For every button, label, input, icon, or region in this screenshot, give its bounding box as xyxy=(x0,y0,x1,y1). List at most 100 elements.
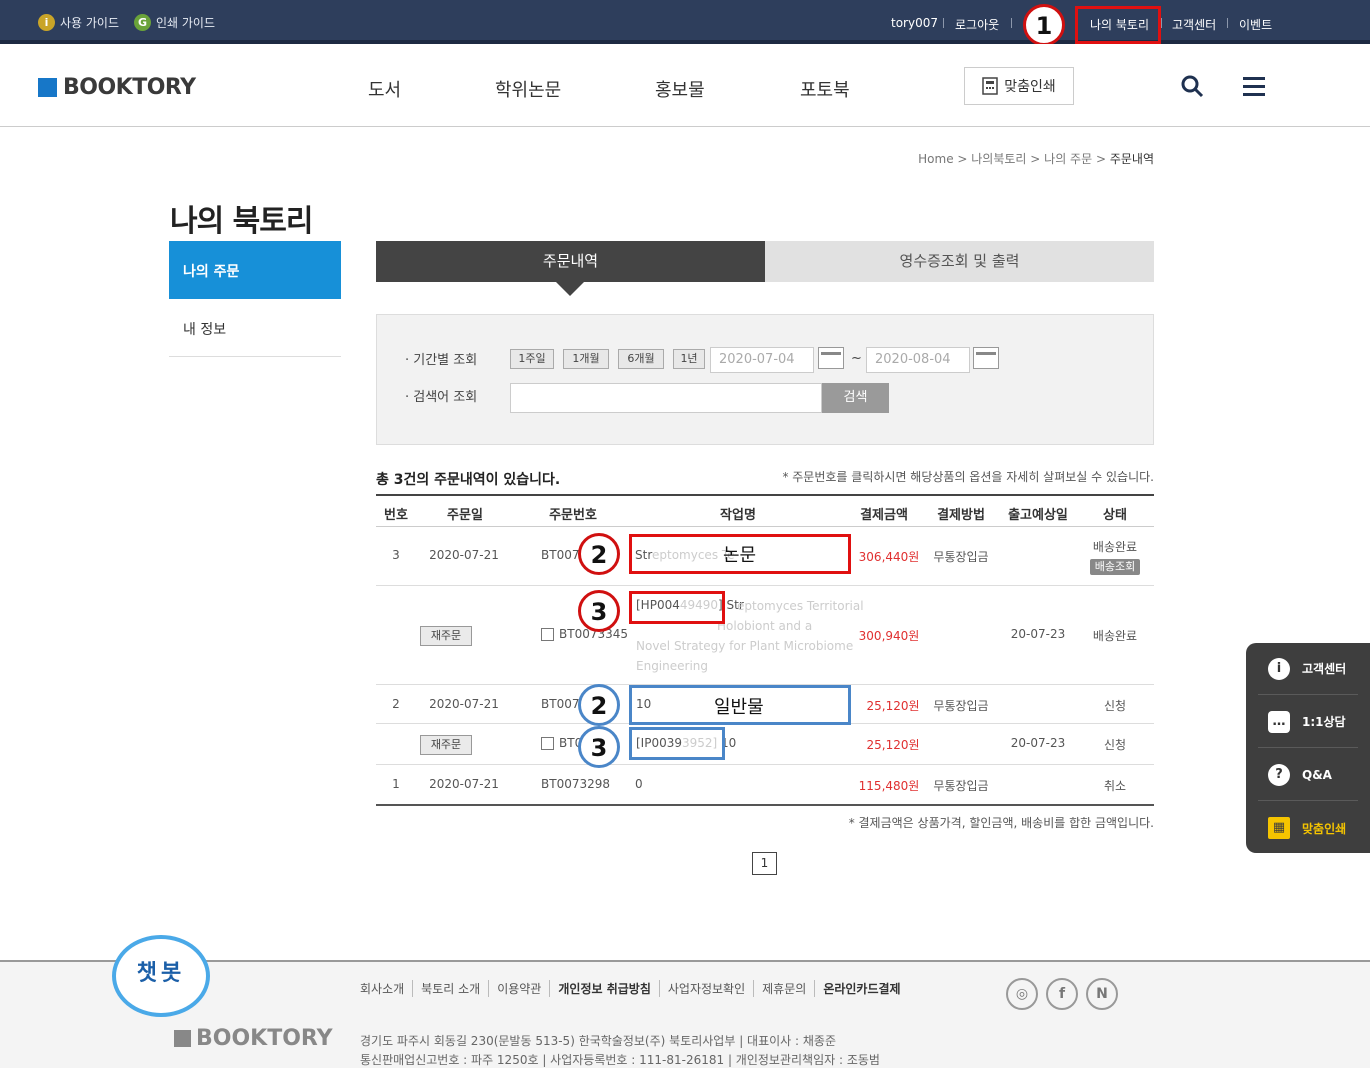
nav-promo[interactable]: 홍보물 xyxy=(655,76,705,102)
row-order-no[interactable]: BT007 xyxy=(541,548,579,562)
nav-books[interactable]: 도서 xyxy=(368,76,401,102)
row-date: 2020-07-21 xyxy=(429,777,499,791)
tab-receipt[interactable]: 영수증조회 및 출력 xyxy=(765,241,1154,282)
footer-link[interactable]: 제휴문의 xyxy=(753,980,814,997)
main-header: BOOKTORY 도서 학위논문 홍보물 포토북 맞춤인쇄 xyxy=(0,44,1370,127)
sidebar-item-my-orders[interactable]: 나의 주문 xyxy=(169,241,341,299)
info-icon: i xyxy=(38,14,55,31)
footer-link[interactable]: 북토리 소개 xyxy=(412,980,488,997)
work-title-line: Novel Strategy for Plant Microbiome xyxy=(636,639,854,653)
calendar-icon[interactable] xyxy=(818,347,844,369)
footer-link[interactable]: 온라인카드결제 xyxy=(814,980,908,997)
quick-1on1[interactable]: … 1:1상담 xyxy=(1258,696,1358,748)
row-work-name: 0 xyxy=(635,777,643,791)
usage-guide-link[interactable]: i 사용 가이드 xyxy=(38,14,119,31)
calculator-icon xyxy=(982,77,998,95)
footer-links: 회사소개 북토리 소개 이용약관 개인정보 취급방침 사업자정보확인 제휴문의 … xyxy=(360,980,909,997)
row-divider xyxy=(376,764,1154,765)
row-ship-date: 20-07-23 xyxy=(1010,736,1066,750)
divider xyxy=(943,18,944,28)
order-checkbox[interactable] xyxy=(541,628,554,641)
row-no: 2 xyxy=(392,697,400,711)
row-order-no[interactable]: BT007 xyxy=(541,697,579,711)
footer-logo: BOOKTORY xyxy=(174,1026,333,1051)
question-icon: ? xyxy=(1268,763,1290,786)
quick-label: 맞춤인쇄 xyxy=(1302,821,1347,836)
instagram-icon[interactable]: ◎ xyxy=(1006,978,1038,1010)
nav-thesis[interactable]: 학위논문 xyxy=(495,76,561,102)
track-shipping-button[interactable]: 배송조회 xyxy=(1090,559,1140,575)
order-note-top: * 주문번호를 클릭하시면 해당상품의 옵션을 자세히 살펴보실 수 있습니다. xyxy=(782,470,1154,484)
sidebar-item-label: 나의 주문 xyxy=(183,264,240,280)
naver-icon[interactable]: N xyxy=(1086,978,1118,1010)
quick-label: Q&A xyxy=(1302,767,1332,782)
event-link[interactable]: 이벤트 xyxy=(1239,16,1272,33)
custom-print-button[interactable]: 맞춤인쇄 xyxy=(964,67,1074,105)
chat-icon: … xyxy=(1268,710,1290,733)
pagination-page[interactable]: 1 xyxy=(752,852,777,875)
footer-link[interactable]: 사업자정보확인 xyxy=(658,980,753,997)
col-order-no: 주문번호 xyxy=(549,508,597,523)
footer-link[interactable]: 회사소개 xyxy=(360,980,412,997)
col-no: 번호 xyxy=(384,508,408,523)
annotation-mark-2-blue: 2 xyxy=(578,684,620,726)
annotation-mark-2-red: 2 xyxy=(578,533,620,575)
custom-print-label: 맞춤인쇄 xyxy=(1004,79,1056,95)
keyword-label: · 검색어 조회 xyxy=(405,390,478,405)
row-order-no[interactable]: BT0073298 xyxy=(541,777,610,791)
date-separator: ~ xyxy=(851,351,862,366)
sidebar-item-label: 내 정보 xyxy=(183,322,227,338)
period-1month-button[interactable]: 1개월 xyxy=(563,349,609,369)
print-guide-link[interactable]: G 인쇄 가이드 xyxy=(134,14,215,31)
footer-logo-text: BOOKTORY xyxy=(196,1026,333,1051)
col-method: 결제방법 xyxy=(937,508,985,523)
sidebar-item-my-info[interactable]: 내 정보 xyxy=(169,299,341,357)
print-guide-label: 인쇄 가이드 xyxy=(156,16,216,30)
hamburger-menu-icon[interactable] xyxy=(1243,76,1265,96)
work-title-line: Engineering xyxy=(636,659,708,673)
customer-center-link[interactable]: 고객센터 xyxy=(1172,16,1216,33)
annotation-label-thesis: 논문 xyxy=(723,545,757,566)
row-ship-date: 20-07-23 xyxy=(1010,627,1066,641)
logout-link[interactable]: 로그아웃 xyxy=(955,16,999,33)
reorder-button[interactable]: 재주문 xyxy=(420,626,472,646)
divider xyxy=(1011,18,1012,28)
quick-customer-center[interactable]: i 고객센터 xyxy=(1258,643,1358,695)
row-amount: 25,120원 xyxy=(866,699,920,713)
table-header: 번호 주문일 주문번호 작업명 결제금액 결제방법 출고예상일 상태 xyxy=(376,494,1154,527)
keyword-input[interactable] xyxy=(510,383,822,413)
footer-link[interactable]: 이용약관 xyxy=(488,980,549,997)
quick-qna[interactable]: ? Q&A xyxy=(1258,749,1358,801)
search-icon[interactable] xyxy=(1180,74,1204,98)
facebook-icon[interactable]: f xyxy=(1046,978,1078,1010)
page-title: 나의 북토리 xyxy=(170,204,313,239)
calendar-icon[interactable] xyxy=(973,347,999,369)
date-from-input[interactable]: 2020-07-04 xyxy=(710,347,814,373)
chatbot-button[interactable]: 챗봇 xyxy=(112,935,210,1017)
booktory-logo[interactable]: BOOKTORY xyxy=(38,75,196,100)
row-no: 3 xyxy=(392,548,400,562)
highlight-box-general-code xyxy=(629,727,725,760)
nav-photobook[interactable]: 포토북 xyxy=(800,76,850,102)
logo-square-icon xyxy=(174,1030,191,1047)
period-6month-button[interactable]: 6개월 xyxy=(618,349,664,369)
footer-link[interactable]: 개인정보 취급방침 xyxy=(549,980,659,997)
footer-address: 경기도 파주시 회동길 230(문발동 513-5) 한국학술정보(주) 북토리… xyxy=(360,1034,837,1048)
highlight-box-my-booktory xyxy=(1075,6,1161,44)
breadcrumb-current: 주문내역 xyxy=(1109,152,1154,166)
tab-order-history[interactable]: 주문내역 xyxy=(376,241,765,296)
row-status: 신청 xyxy=(1103,699,1127,713)
reorder-button[interactable]: 재주문 xyxy=(420,735,472,755)
username: tory007 xyxy=(891,16,938,30)
period-1year-button[interactable]: 1년 xyxy=(673,349,705,369)
breadcrumb-home[interactable]: Home xyxy=(918,152,953,166)
annotation-mark-3-red: 3 xyxy=(578,590,620,632)
quick-custom-print[interactable]: ▦ 맞춤인쇄 xyxy=(1258,802,1358,854)
work-title-line: eptomyces Territorial xyxy=(737,599,864,613)
breadcrumb-level1[interactable]: 나의북토리 xyxy=(971,152,1026,166)
period-1week-button[interactable]: 1주일 xyxy=(510,349,554,369)
search-button[interactable]: 검색 xyxy=(822,383,889,413)
date-to-input[interactable]: 2020-08-04 xyxy=(866,347,970,373)
order-checkbox[interactable] xyxy=(541,737,554,750)
breadcrumb-level2[interactable]: 나의 주문 xyxy=(1044,152,1092,166)
